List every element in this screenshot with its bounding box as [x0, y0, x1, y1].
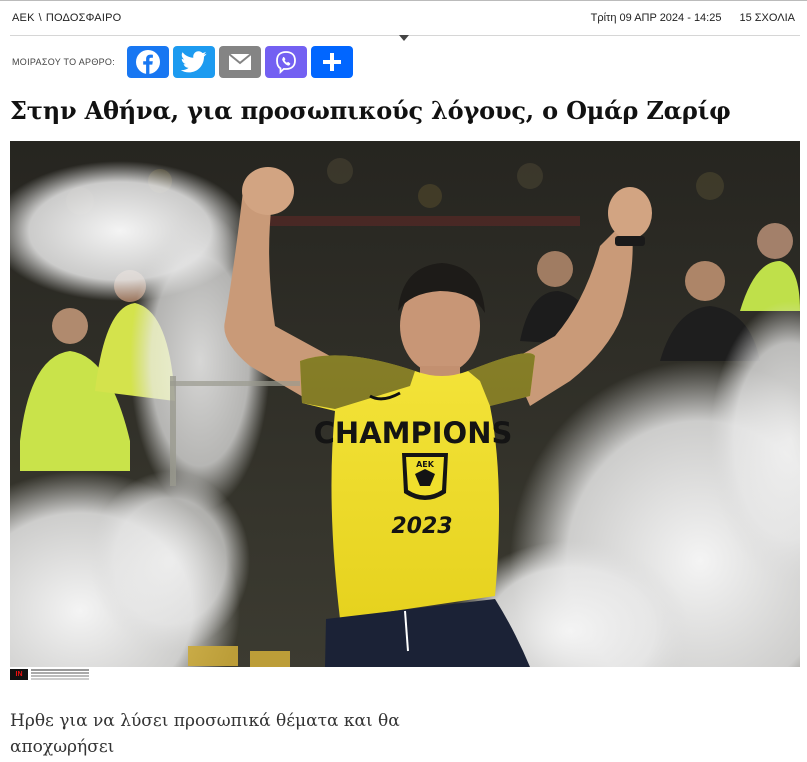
plus-icon	[323, 52, 342, 71]
email-icon	[228, 52, 252, 70]
crest-text: ΑΕΚ	[416, 460, 435, 469]
share-twitter-button[interactable]	[173, 45, 216, 78]
share-email-button[interactable]	[219, 45, 262, 78]
breadcrumb: ΑΕΚ \ ΠΟΔΟΣΦΑΙΡΟ	[12, 12, 121, 24]
viber-icon	[276, 50, 296, 74]
top-bar: ΑΕΚ \ ΠΟΔΟΣΦΑΙΡΟ Τρίτη 09 ΑΠΡ 2024 - 14:25…	[0, 0, 807, 37]
shirt-text: CHAMPIONS	[314, 416, 513, 450]
publish-date: Τρίτη 09 ΑΠΡ 2024 - 14:25	[590, 12, 722, 24]
article-meta: Τρίτη 09 ΑΠΡ 2024 - 14:25 15 ΣΧΟΛΙΑ	[591, 12, 795, 24]
twitter-icon	[181, 50, 207, 72]
share-label: ΜΟΙΡΑΣΟΥ ΤΟ ΑΡΘΡΟ:	[12, 56, 116, 67]
facebook-icon	[136, 49, 161, 74]
breadcrumb-subsection-link[interactable]: ΠΟΔΟΣΦΑΙΡΟ	[46, 12, 122, 24]
article-photo-illustration: CHAMPIONS ΑΕΚ 2023	[10, 141, 800, 667]
photo-credit: IN	[10, 668, 90, 682]
photo-credit-fineprint	[31, 669, 89, 671]
article-title: Στην Αθήνα, για προσωπικούς λόγους, ο Ομ…	[10, 96, 731, 125]
photo-agency-logo: IN	[10, 669, 28, 680]
breadcrumb-separator: \	[38, 12, 42, 24]
share-viber-button[interactable]	[265, 45, 308, 78]
share-facebook-button[interactable]	[127, 45, 170, 78]
share-more-button[interactable]	[311, 45, 354, 78]
breadcrumb-section-link[interactable]: ΑΕΚ	[12, 12, 35, 24]
caret-down-icon	[399, 35, 409, 41]
year-text: 2023	[391, 514, 452, 539]
comments-link[interactable]: 15 ΣΧΟΛΙΑ	[739, 12, 795, 24]
article-photo: CHAMPIONS ΑΕΚ 2023	[10, 141, 800, 667]
article-lead: Ηρθε για να λύσει προσωπικά θέματα και θ…	[10, 711, 400, 757]
share-bar: ΜΟΙΡΑΣΟΥ ΤΟ ΑΡΘΡΟ:	[12, 45, 357, 78]
